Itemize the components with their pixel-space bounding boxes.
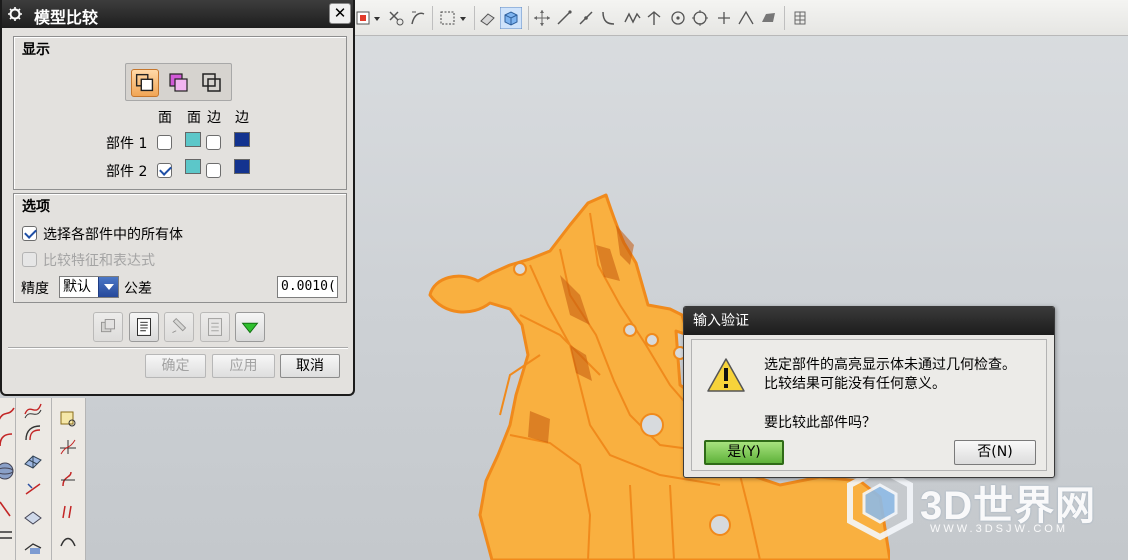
left-toolbar-1 bbox=[0, 398, 16, 560]
highlight-tool-icon[interactable] bbox=[164, 312, 194, 342]
report-document-icon[interactable] bbox=[200, 312, 230, 342]
arc-tool-icon[interactable] bbox=[0, 428, 16, 450]
dialog-separator bbox=[8, 347, 348, 349]
column-header-face-2: 面 bbox=[187, 110, 201, 126]
chevron-down-icon[interactable] bbox=[98, 277, 118, 297]
options-heading: 选项 bbox=[22, 199, 50, 215]
color-square-icon[interactable] bbox=[354, 8, 374, 28]
color-mode-icon[interactable] bbox=[165, 69, 193, 97]
validation-title[interactable]: 输入验证 bbox=[684, 307, 1054, 335]
dialog-title-bar[interactable]: 模型比较 ✕ bbox=[2, 0, 353, 28]
no-button[interactable]: 否(N) bbox=[954, 440, 1036, 465]
part-2-edge-checkbox[interactable] bbox=[206, 163, 221, 178]
spline-icon[interactable] bbox=[622, 8, 642, 28]
validation-message-line-2: 比较结果可能没有任何意义。 bbox=[764, 376, 946, 392]
column-header-edge: 边 bbox=[207, 110, 221, 126]
outline-mode-icon[interactable] bbox=[198, 69, 226, 97]
ok-button[interactable]: 确定 bbox=[145, 354, 206, 378]
eraser-icon[interactable] bbox=[478, 8, 498, 28]
part-2-label: 部件 2 bbox=[106, 164, 148, 180]
validation-question: 要比较此部件吗？ bbox=[764, 415, 876, 431]
part-2-edge-color[interactable] bbox=[234, 159, 250, 174]
mesh-tool-icon[interactable] bbox=[22, 450, 44, 472]
dialog-title: 模型比较 bbox=[34, 8, 99, 27]
rectangle-select-icon[interactable] bbox=[438, 8, 458, 28]
display-group: 显示 面 面 边 边 部件 1 部件 2 bbox=[13, 36, 347, 190]
line-point-icon[interactable] bbox=[576, 8, 596, 28]
grid-icon[interactable] bbox=[790, 8, 810, 28]
dropdown-arrow-icon[interactable] bbox=[372, 8, 382, 28]
project-curve-icon[interactable] bbox=[57, 436, 79, 458]
dropdown-arrow-icon[interactable] bbox=[458, 8, 468, 28]
apply-button[interactable]: 应用 bbox=[212, 354, 275, 378]
curve-select-icon[interactable] bbox=[408, 8, 428, 28]
arc-icon[interactable] bbox=[598, 8, 618, 28]
normal-icon[interactable] bbox=[644, 8, 664, 28]
bridge-curve-icon[interactable] bbox=[57, 530, 79, 552]
face-select-icon[interactable] bbox=[758, 8, 778, 28]
circle-center-icon[interactable] bbox=[668, 8, 688, 28]
warning-icon bbox=[707, 358, 745, 392]
offset-tool-icon[interactable] bbox=[0, 524, 16, 546]
move-icon[interactable] bbox=[532, 8, 552, 28]
sweep-tool-icon[interactable] bbox=[22, 422, 44, 444]
information-list-icon[interactable] bbox=[129, 312, 159, 342]
part-1-edge-checkbox[interactable] bbox=[206, 135, 221, 150]
display-heading: 显示 bbox=[22, 42, 50, 58]
left-toolbar-3 bbox=[52, 398, 86, 560]
left-toolbar-2 bbox=[16, 398, 52, 560]
trim-tool-icon[interactable] bbox=[0, 498, 16, 520]
part-2-face-checkbox[interactable] bbox=[157, 163, 172, 178]
gear-icon[interactable] bbox=[7, 6, 23, 22]
graphics-toolbar bbox=[350, 0, 1128, 36]
expand-down-icon[interactable] bbox=[235, 312, 265, 342]
column-header-edge-2: 边 bbox=[235, 110, 249, 126]
yes-button[interactable]: 是(Y) bbox=[704, 440, 784, 465]
point-icon[interactable] bbox=[714, 8, 734, 28]
overlap-mode-icon[interactable] bbox=[131, 69, 159, 97]
section-tool-icon[interactable] bbox=[22, 534, 44, 556]
validation-body: 选定部件的高亮显示体未通过几何检查。 比较结果可能没有任何意义。 要比较此部件吗… bbox=[691, 339, 1047, 471]
precision-label: 精度 bbox=[21, 281, 49, 297]
vertex-icon[interactable] bbox=[736, 8, 756, 28]
analysis-tool-icon[interactable] bbox=[57, 408, 79, 430]
part-2-face-color[interactable] bbox=[185, 159, 201, 174]
extend-tool-icon[interactable] bbox=[22, 478, 44, 500]
compare-features-checkbox[interactable] bbox=[22, 252, 37, 267]
intersect-curve-icon[interactable] bbox=[57, 468, 79, 490]
close-button[interactable]: ✕ bbox=[329, 3, 351, 24]
surface-tool-icon[interactable] bbox=[22, 398, 44, 420]
blend-tool-icon[interactable] bbox=[22, 506, 44, 528]
copy-body-icon[interactable] bbox=[93, 312, 123, 342]
join-curve-icon[interactable] bbox=[57, 500, 79, 522]
cancel-button[interactable]: 取消 bbox=[280, 354, 340, 378]
part-1-face-checkbox[interactable] bbox=[157, 135, 172, 150]
compare-features-label: 比较特征和表达式 bbox=[43, 253, 155, 269]
select-all-bodies-label: 选择各部件中的所有体 bbox=[43, 227, 183, 243]
part-1-label: 部件 1 bbox=[106, 136, 148, 152]
precision-value: 默认 bbox=[63, 279, 91, 295]
part-1-face-color[interactable] bbox=[185, 132, 201, 147]
validation-message-line-1: 选定部件的高亮显示体未通过几何检查。 bbox=[764, 357, 1016, 373]
tolerance-input[interactable]: 0.0010( bbox=[277, 276, 338, 298]
precision-select[interactable]: 默认 bbox=[59, 276, 119, 298]
model-compare-dialog: 模型比较 ✕ 显示 面 面 边 边 部件 1 部件 2 选项 选择各部件中的所有… bbox=[0, 0, 355, 396]
input-validation-dialog: 输入验证 选定部件的高亮显示体未通过几何检查。 比较结果可能没有任何意义。 要比… bbox=[683, 306, 1055, 478]
part-1-edge-color[interactable] bbox=[234, 132, 250, 147]
watermark-url: WWW.3DSJW.COM bbox=[930, 523, 1068, 535]
display-mode-selector bbox=[125, 63, 232, 101]
tolerance-label: 公差 bbox=[124, 281, 152, 297]
line-icon[interactable] bbox=[554, 8, 574, 28]
column-header-face: 面 bbox=[158, 110, 172, 126]
options-group: 选项 选择各部件中的所有体 比较特征和表达式 精度 默认 公差 0.0010( bbox=[13, 193, 347, 303]
snap-point-icon[interactable] bbox=[386, 8, 406, 28]
circle-quadrant-icon[interactable] bbox=[690, 8, 710, 28]
curve-tool-icon[interactable] bbox=[0, 404, 16, 426]
shaded-cube-icon[interactable] bbox=[500, 7, 522, 29]
sphere-tool-icon[interactable] bbox=[0, 460, 16, 482]
select-all-bodies-checkbox[interactable] bbox=[22, 226, 37, 241]
